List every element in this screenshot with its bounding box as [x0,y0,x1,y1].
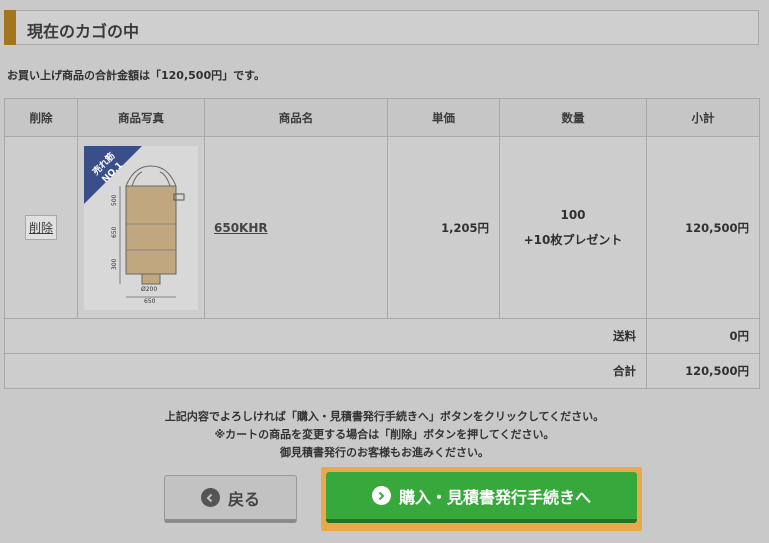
page-title: 現在のカゴの中 [27,22,140,41]
col-header-subtotal: 小計 [646,98,760,137]
total-label: 合計 [4,353,647,389]
proceed-button-label: 購入・見積書発行手続きへ [398,487,591,507]
accent-bar [4,10,16,45]
dim-label-650-horizontal: 650 [144,298,156,305]
shipping-row: 送料 0円 [4,318,760,354]
col-header-name: 商品名 [204,98,388,137]
cart-table: 削除 商品写真 商品名 単価 数量 小計 削除 売れ筋 NO.1 500 650… [4,98,760,389]
quantity-cell: 100 +10枚プレゼント [499,136,647,319]
bonus-note: +10枚プレゼント [523,232,623,247]
table-row: 削除 売れ筋 NO.1 500 650 300 Ø200 650 650KHR … [4,136,760,319]
col-header-photo: 商品写真 [77,98,205,137]
table-header-row: 削除 商品写真 商品名 単価 数量 小計 [4,98,760,137]
chevron-left-circle-icon [200,488,220,507]
delete-cell: 削除 [4,136,78,319]
proceed-button[interactable]: 購入・見積書発行手続きへ [326,472,637,523]
product-name-cell: 650KHR [204,136,388,319]
section-header: 現在のカゴの中 [4,10,759,45]
instruction-line-3: 御見積書発行のお客様もお進みください。 [280,446,489,459]
quantity-value: 100 [560,207,586,222]
col-header-quantity: 数量 [499,98,647,137]
chevron-right-circle-icon [371,486,391,505]
shipping-value: 0円 [646,318,760,354]
product-photo: 売れ筋 NO.1 500 650 300 Ø200 650 [84,145,198,310]
instructions: 上記内容でよろしければ「購入・見積書発行手続きへ」ボタンをクリックしてください。… [0,408,769,462]
dim-label-500: 500 [111,194,118,206]
total-amount-note: お買い上げ商品の合計金額は「120,500円」です。 [7,69,266,82]
dim-label-300: 300 [111,258,118,270]
back-button-label: 戻る [227,489,260,509]
unit-price: 1,205円 [387,136,500,319]
photo-cell: 売れ筋 NO.1 500 650 300 Ø200 650 [77,136,205,319]
shipping-label: 送料 [4,318,647,354]
product-name-link[interactable]: 650KHR [214,221,268,235]
delete-button[interactable]: 削除 [24,215,57,240]
proceed-button-highlight: 購入・見積書発行手続きへ [321,467,642,531]
back-button[interactable]: 戻る [164,475,297,523]
instruction-line-1: 上記内容でよろしければ「購入・見積書発行手続きへ」ボタンをクリックしてください。 [164,410,605,423]
subtotal: 120,500円 [646,136,760,319]
dim-label-650-vertical: 650 [111,226,118,238]
col-header-unit-price: 単価 [387,98,500,137]
instruction-line-2: ※カートの商品を変更する場合は「削除」ボタンを押してください。 [214,428,555,441]
total-value: 120,500円 [646,353,760,389]
col-header-delete: 削除 [4,98,78,137]
dim-label-phi200: Ø200 [141,286,157,293]
total-row: 合計 120,500円 [4,353,760,389]
